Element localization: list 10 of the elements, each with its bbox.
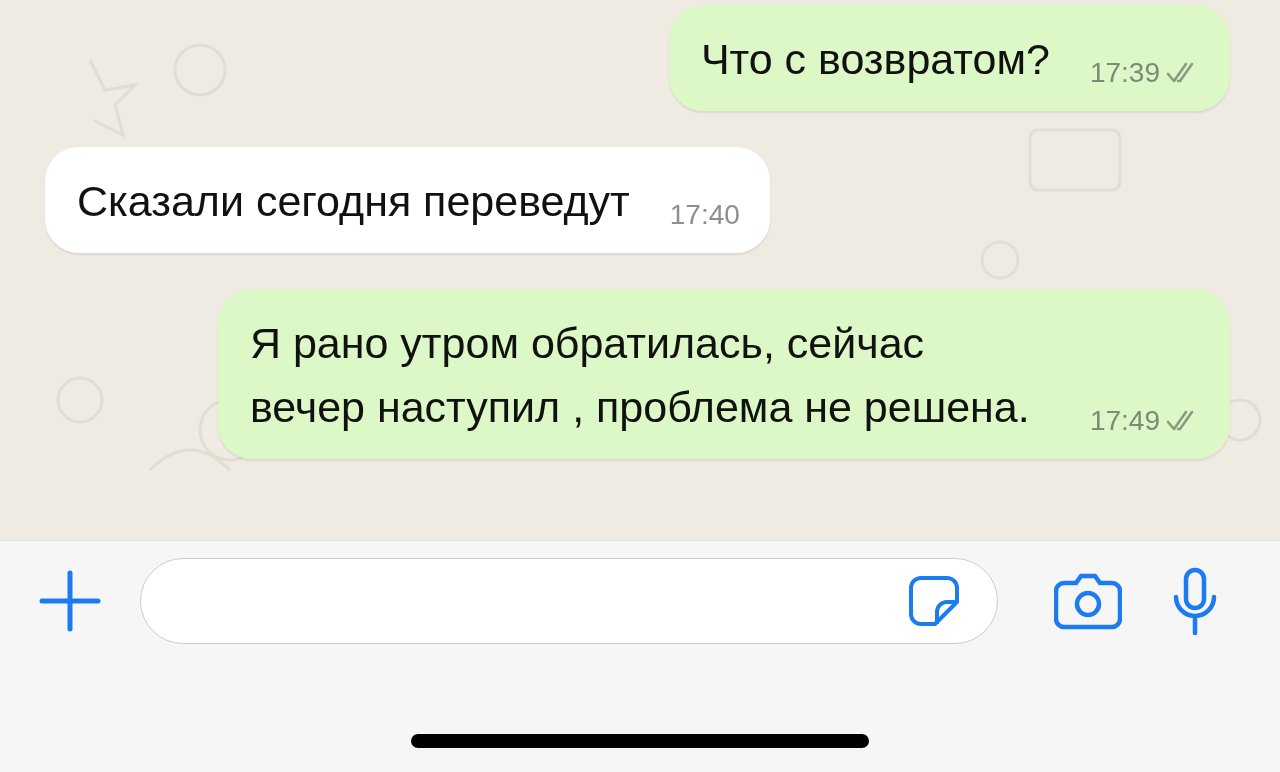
message-time: 17:40	[669, 199, 740, 231]
message-text: Я рано утром обратилась, сейчас вечер наступил , проблема не решена.	[249, 318, 1031, 433]
message-text: Сказали сегодня переведут	[77, 176, 630, 227]
microphone-icon[interactable]	[1172, 567, 1218, 635]
message-time: 17:49	[1089, 405, 1160, 437]
message-text: Что с возвратом?	[700, 34, 1050, 85]
sticker-icon[interactable]	[907, 574, 961, 628]
plus-icon[interactable]	[38, 569, 102, 633]
message-time: 17:39	[1089, 57, 1160, 89]
camera-icon[interactable]	[1054, 571, 1122, 631]
